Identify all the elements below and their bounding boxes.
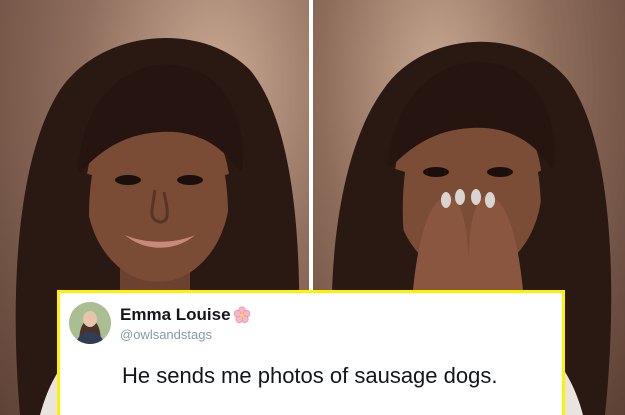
author-handle[interactable]: @owlsandstags (120, 327, 212, 342)
tweet-card: Emma Louise @owlsandstags He sends me ph… (57, 290, 565, 415)
avatar[interactable] (69, 302, 111, 344)
cherry-blossom-icon (233, 306, 251, 323)
avatar-illustration (69, 302, 111, 344)
tweet-text: He sends me photos of sausage dogs. (122, 363, 498, 388)
author-name[interactable]: Emma Louise (120, 305, 231, 325)
